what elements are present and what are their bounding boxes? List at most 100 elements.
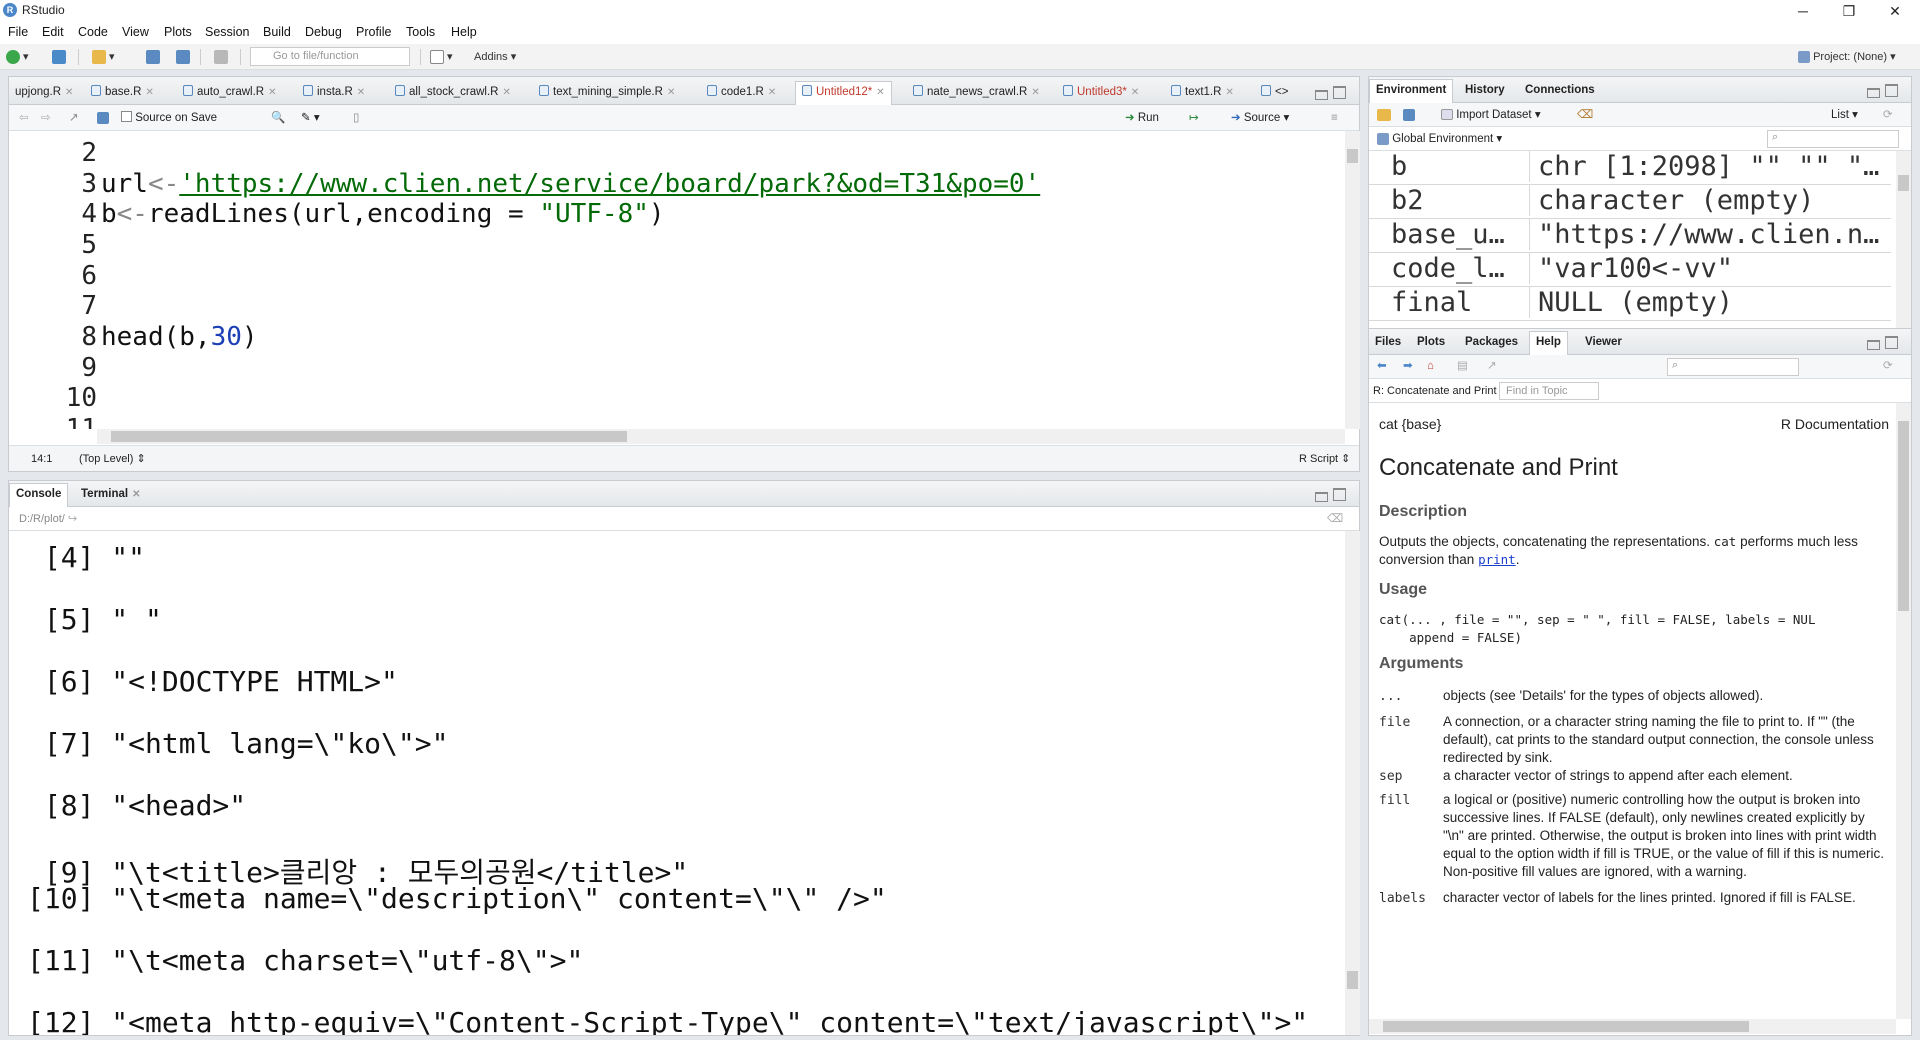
help-search-input[interactable]: ⌕ [1667, 358, 1799, 376]
minimize-environment-icon[interactable] [1867, 88, 1880, 98]
source-on-save-checkbox[interactable]: Source on Save [121, 109, 217, 127]
menu-tools[interactable]: Tools [406, 25, 435, 39]
env-row[interactable]: b2 character (empty) [1369, 185, 1891, 219]
tab-overflow-chevron-icon[interactable]: <> [1255, 82, 1294, 102]
tab-nate-news-crawl[interactable]: nate_news_crawl.R ✕ [907, 82, 1046, 102]
tab-text1[interactable]: text1.R ✕ [1165, 82, 1240, 102]
open-file-icon[interactable]: ▾ [92, 48, 115, 66]
editor-vertical-scrollbar[interactable] [1345, 131, 1360, 429]
minimize-button[interactable]: ─ [1780, 0, 1826, 22]
tab-auto-crawl[interactable]: auto_crawl.R ✕ [177, 82, 283, 102]
tab-untitled3[interactable]: Untitled3* ✕ [1057, 82, 1145, 102]
import-dataset-button[interactable]: Import Dataset ▾ [1441, 106, 1541, 124]
close-button[interactable]: ✕ [1872, 0, 1918, 22]
env-row[interactable]: b chr [1:2098] "" "" ""… [1369, 151, 1891, 185]
menu-profile[interactable]: Profile [356, 25, 391, 39]
save-icon[interactable] [146, 48, 160, 66]
tab-upjong[interactable]: upjong.R ✕ [9, 82, 79, 102]
refresh-environment-icon[interactable]: ⟳ [1883, 106, 1893, 124]
run-button[interactable]: ➜ Run [1125, 109, 1159, 127]
new-file-icon[interactable]: ▾ [6, 48, 29, 66]
tab-files[interactable]: Files [1369, 332, 1407, 352]
outline-icon[interactable]: ≡ [1331, 109, 1338, 127]
tab-base[interactable]: base.R ✕ [85, 82, 160, 102]
help-forward-icon[interactable]: ➡ [1403, 357, 1413, 375]
environment-scrollbar[interactable] [1896, 151, 1911, 331]
environment-search-input[interactable]: ⌕ [1767, 130, 1899, 148]
help-topic-selector[interactable]: R: Concatenate and Print ▾ [1373, 382, 1505, 400]
tab-all-stock-crawl[interactable]: all_stock_crawl.R ✕ [389, 82, 517, 102]
minimize-pane-icon[interactable] [1315, 90, 1328, 100]
source-button[interactable]: ➔ Source ▾ [1231, 109, 1289, 127]
forward-arrow-icon[interactable]: ⇨ [41, 109, 51, 127]
scope-selector[interactable]: (Top Level) ⇕ [79, 450, 146, 468]
console-vertical-scrollbar[interactable] [1345, 531, 1360, 1035]
code-tools-wand-icon[interactable]: ✎ ▾ [301, 109, 320, 127]
help-print-icon[interactable]: ▤ [1457, 357, 1468, 375]
help-back-icon[interactable]: ⬅ [1377, 357, 1387, 375]
load-workspace-icon[interactable] [1377, 106, 1391, 124]
save-file-icon[interactable] [97, 109, 109, 127]
env-row[interactable]: code_li… "var100<-vv" [1369, 253, 1891, 287]
print-link[interactable]: print [1478, 552, 1516, 567]
menu-view[interactable]: View [122, 25, 149, 39]
save-workspace-icon[interactable] [1403, 106, 1415, 124]
menu-plots[interactable]: Plots [164, 25, 192, 39]
minimize-console-icon[interactable] [1315, 492, 1328, 502]
tab-code1[interactable]: code1.R ✕ [701, 82, 782, 102]
maximize-help-icon[interactable] [1885, 336, 1898, 349]
show-in-window-icon[interactable]: ↗ [69, 109, 79, 127]
project-menu[interactable]: Project: (None) ▾ [1798, 48, 1896, 66]
help-home-icon[interactable]: ⌂ [1427, 357, 1434, 375]
clear-workspace-broom-icon[interactable]: ⌫ [1577, 106, 1593, 124]
minimize-help-icon[interactable] [1867, 340, 1880, 350]
find-replace-icon[interactable]: 🔍 [271, 109, 285, 127]
maximize-console-icon[interactable] [1333, 488, 1346, 501]
tab-insta[interactable]: insta.R ✕ [297, 82, 371, 102]
tab-help[interactable]: Help [1529, 331, 1568, 355]
tab-history[interactable]: History [1459, 80, 1511, 100]
tab-text-mining-simple[interactable]: text_mining_simple.R ✕ [533, 82, 681, 102]
env-row[interactable]: final NULL (empty) [1369, 287, 1891, 321]
tab-environment[interactable]: Environment [1369, 79, 1454, 103]
tab-connections[interactable]: Connections [1519, 80, 1601, 100]
list-view-selector[interactable]: List ▾ [1831, 106, 1858, 124]
addins-menu[interactable]: Addins ▾ [474, 48, 516, 66]
tab-packages[interactable]: Packages [1459, 332, 1524, 352]
maximize-environment-icon[interactable] [1885, 84, 1898, 97]
working-directory[interactable]: D:/R/plot/ ↪ [19, 510, 77, 528]
rerun-icon[interactable]: ↦ [1189, 109, 1199, 127]
help-vertical-scrollbar[interactable] [1896, 403, 1911, 1019]
help-popout-icon[interactable]: ↗ [1487, 357, 1497, 375]
tab-terminal[interactable]: Terminal ✕ [75, 484, 146, 504]
env-row[interactable]: base_url "https://www.clien.ne… [1369, 219, 1891, 253]
save-all-icon[interactable] [176, 48, 190, 66]
find-in-topic-input[interactable]: Find in Topic [1499, 382, 1599, 400]
help-horizontal-scrollbar[interactable] [1369, 1019, 1896, 1034]
tab-untitled12[interactable]: Untitled12* ✕ [795, 81, 892, 105]
tab-plots[interactable]: Plots [1411, 332, 1451, 352]
menu-edit[interactable]: Edit [42, 25, 64, 39]
code-area[interactable]: 1 2 3 4 5 6 7 8 9 10 11 url<-'https://ww… [9, 131, 1345, 429]
new-project-icon[interactable] [52, 48, 66, 66]
filetype-selector[interactable]: R Script ⇕ [1299, 450, 1350, 468]
maximize-pane-icon[interactable] [1333, 86, 1346, 99]
print-icon[interactable] [214, 48, 228, 66]
restore-button[interactable]: ❐ [1826, 0, 1872, 22]
global-environment-selector[interactable]: Global Environment ▾ [1377, 130, 1502, 148]
menu-help[interactable]: Help [451, 25, 477, 39]
clear-console-broom-icon[interactable]: ⌫ [1327, 510, 1343, 528]
menu-build[interactable]: Build [263, 25, 291, 39]
menu-file[interactable]: File [8, 25, 28, 39]
back-arrow-icon[interactable]: ⇦ [19, 109, 29, 127]
goto-file-input[interactable]: Go to file/function [250, 47, 410, 66]
compile-report-icon[interactable]: ▯ [353, 109, 359, 127]
refresh-help-icon[interactable]: ⟳ [1883, 357, 1893, 375]
menu-session[interactable]: Session [205, 25, 249, 39]
grid-layout-icon[interactable]: ▾ [430, 48, 453, 66]
console-output[interactable]: [4] "" [5] " " [6] "<!DOCTYPE HTML>" [7]… [9, 531, 1343, 1035]
tab-viewer[interactable]: Viewer [1579, 332, 1628, 352]
menu-code[interactable]: Code [78, 25, 108, 39]
tab-console[interactable]: Console [9, 483, 69, 507]
editor-horizontal-scrollbar[interactable] [97, 429, 1345, 444]
